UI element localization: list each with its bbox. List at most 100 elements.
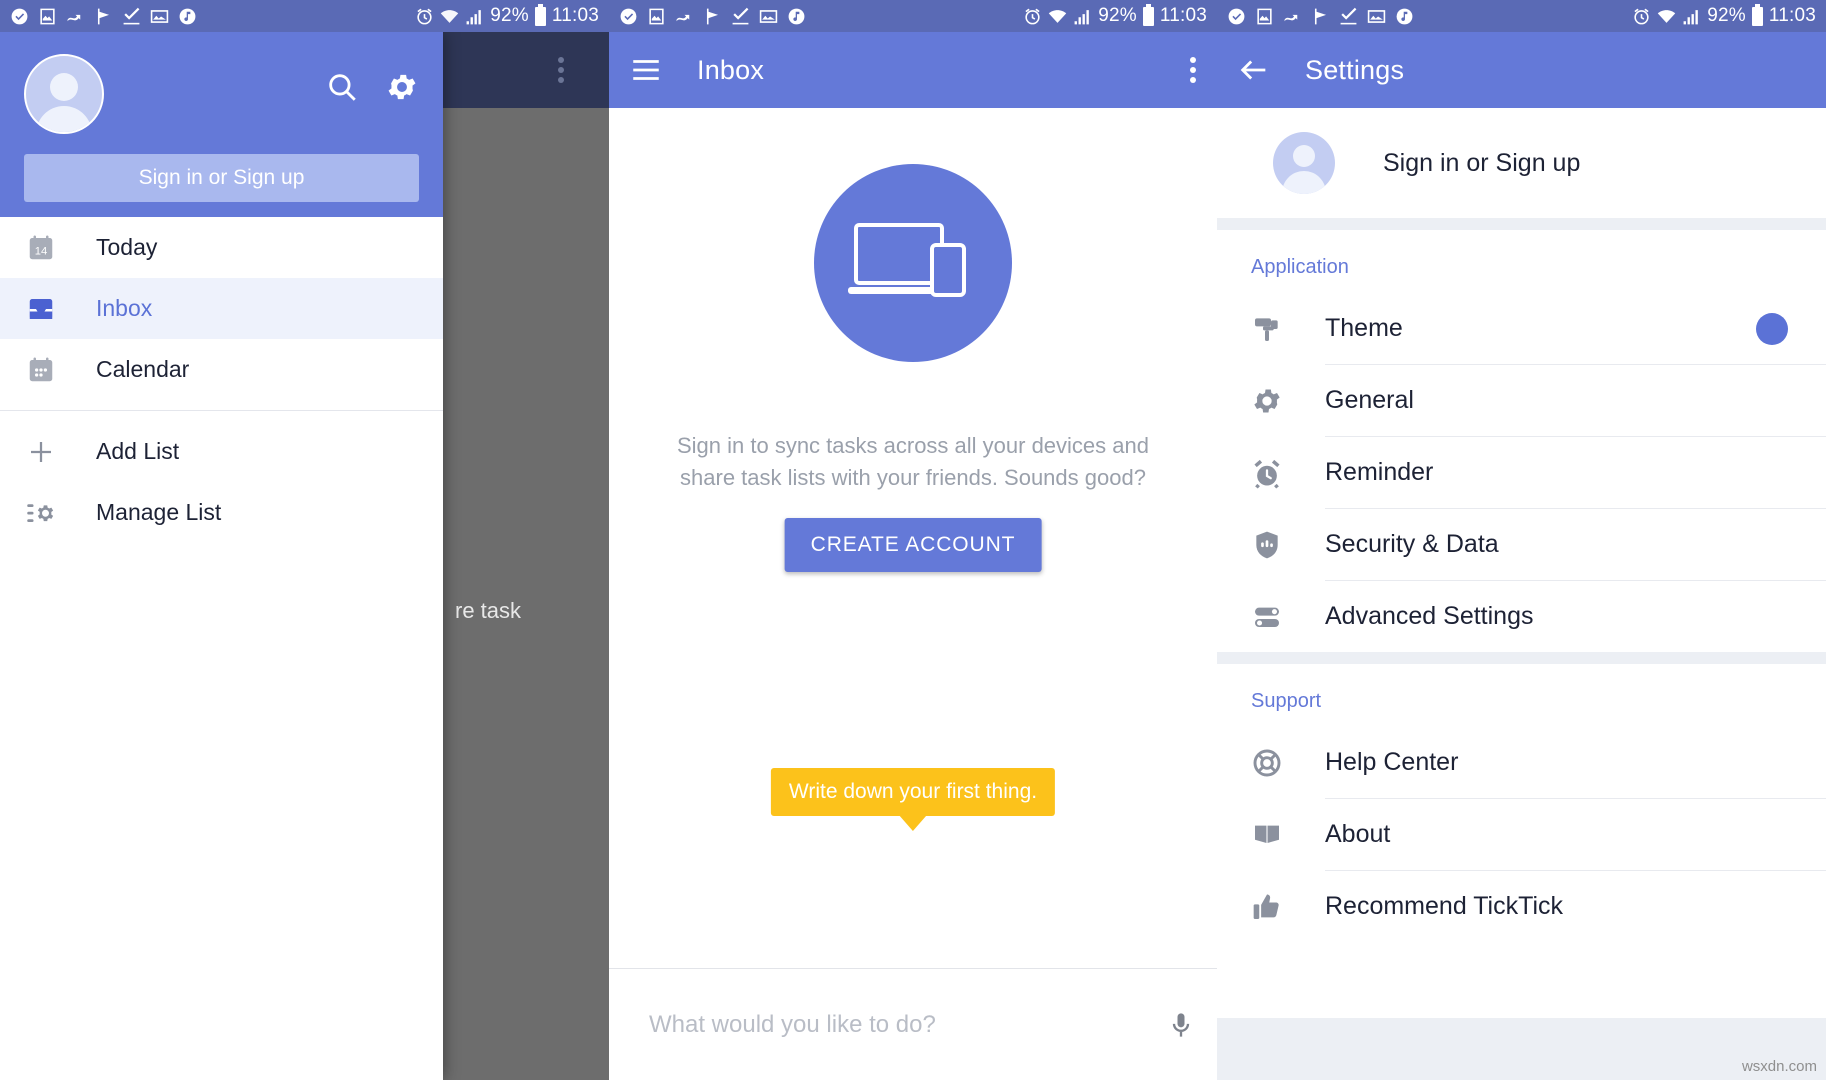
status-bar-notification-icons	[1227, 7, 1414, 26]
task-input-bar[interactable]: What would you like to do?	[609, 968, 1217, 1080]
battery-icon	[1751, 3, 1763, 26]
sign-in-or-sign-up-button[interactable]: Sign in or Sign up	[24, 154, 419, 202]
battery-percent-label: 92%	[490, 5, 529, 26]
avatar[interactable]	[24, 54, 104, 134]
photo-icon	[1367, 7, 1386, 26]
add-list-button[interactable]: Add List	[0, 421, 443, 482]
settings-item-label: Help Center	[1325, 748, 1459, 776]
settings-item-label: Theme	[1325, 314, 1403, 342]
signal-icon	[1682, 7, 1701, 26]
section-divider	[1217, 652, 1826, 664]
status-bar-notification-icons	[10, 7, 197, 26]
inbox-empty-state: Sign in to sync tasks across all your de…	[609, 108, 1217, 1080]
screen-settings: 92% 11:03 Settings Sign in or Sign up Ap…	[1217, 0, 1826, 1080]
search-input[interactable]: What would you like to do?	[649, 1011, 936, 1039]
sidebar-item-calendar[interactable]: Calendar	[0, 339, 443, 400]
status-bar-system-icons: 92% 11:03	[1023, 3, 1207, 27]
music-note-icon	[178, 7, 197, 26]
hamburger-menu-icon[interactable]	[629, 53, 663, 87]
check-mark-icon	[731, 7, 750, 26]
flag-icon	[1311, 7, 1330, 26]
settings-footer	[1217, 1018, 1826, 1080]
battery-icon	[1142, 3, 1154, 26]
settings-item-label: Reminder	[1325, 458, 1434, 486]
settings-list: Sign in or Sign up Application Theme Gen…	[1217, 108, 1826, 1080]
page-title: Settings	[1305, 54, 1405, 85]
gear-icon[interactable]	[385, 70, 419, 104]
more-vertical-icon[interactable]	[557, 54, 565, 86]
inbox-icon	[26, 294, 70, 324]
sidebar-item-label: Inbox	[96, 295, 153, 321]
check-circle-icon	[10, 7, 29, 26]
image-icon	[1255, 7, 1274, 26]
plus-icon	[26, 437, 70, 467]
image-icon	[647, 7, 666, 26]
sync-icon	[675, 7, 694, 26]
flag-icon	[94, 7, 113, 26]
drawer-list: 14 Today Inbox Calendar Add List Manage …	[0, 217, 443, 543]
settings-item-theme[interactable]: Theme	[1217, 293, 1826, 364]
photo-icon	[150, 7, 169, 26]
settings-item-general[interactable]: General	[1217, 365, 1826, 436]
battery-percent-label: 92%	[1098, 5, 1137, 26]
settings-item-reminder[interactable]: Reminder	[1217, 437, 1826, 508]
check-circle-icon	[1227, 7, 1246, 26]
devices-icon	[814, 164, 1012, 362]
add-list-label: Add List	[96, 438, 180, 464]
dimmed-task-text: re task	[455, 598, 522, 623]
settings-item-label: Security & Data	[1325, 530, 1499, 558]
sidebar-item-label: Calendar	[96, 356, 190, 382]
signal-icon	[465, 7, 484, 26]
sync-icon	[1283, 7, 1302, 26]
alarm-icon	[415, 7, 434, 26]
photo-icon	[759, 7, 778, 26]
battery-percent-label: 92%	[1707, 5, 1746, 26]
microphone-icon[interactable]	[1167, 1008, 1195, 1042]
settings-item-advanced-settings[interactable]: Advanced Settings	[1217, 581, 1826, 652]
clock-label: 11:03	[1159, 5, 1207, 26]
battery-icon	[534, 3, 546, 26]
screen-navigation-drawer: 92% 11:03 re task Sign in or Sign up 14 …	[0, 0, 609, 1080]
settings-item-security-and-data[interactable]: Security & Data	[1217, 509, 1826, 580]
shield-icon	[1251, 529, 1305, 561]
settings-item-recommend-ticktick[interactable]: Recommend TickTick	[1217, 871, 1826, 942]
navigation-drawer: Sign in or Sign up 14 Today Inbox Calend…	[0, 32, 443, 1080]
sidebar-item-today[interactable]: 14 Today	[0, 217, 443, 278]
theme-color-swatch[interactable]	[1756, 312, 1788, 345]
arrow-left-icon[interactable]	[1237, 53, 1271, 87]
wifi-icon	[1657, 7, 1676, 26]
thumbs-up-icon	[1251, 891, 1305, 923]
alarm-icon	[1023, 7, 1042, 26]
status-bar-notification-icons	[619, 7, 806, 26]
three-phone-screenshots: 92% 11:03 re task Sign in or Sign up 14 …	[0, 0, 1826, 1080]
calendar-icon	[26, 355, 70, 385]
status-bar: 92% 11:03	[0, 0, 609, 32]
music-note-icon	[1395, 7, 1414, 26]
empty-state-description: Sign in to sync tasks across all your de…	[676, 433, 1149, 490]
status-bar: 92% 11:03	[1217, 0, 1826, 32]
create-account-button[interactable]: CREATE ACCOUNT	[784, 518, 1042, 572]
manage-list-label: Manage List	[96, 499, 222, 525]
settings-item-label: Advanced Settings	[1325, 602, 1534, 630]
manage-list-button[interactable]: Manage List	[0, 482, 443, 543]
check-mark-icon	[1339, 7, 1358, 26]
drawer-header: Sign in or Sign up	[0, 32, 443, 217]
search-icon[interactable]	[325, 70, 359, 104]
section-title-support: Support	[1251, 690, 1322, 712]
more-vertical-icon[interactable]	[1189, 54, 1197, 86]
settings-item-help-center[interactable]: Help Center	[1217, 727, 1826, 798]
sidebar-item-label: Today	[96, 234, 158, 260]
settings-item-label: Recommend TickTick	[1325, 892, 1564, 920]
sidebar-item-inbox[interactable]: Inbox	[0, 278, 443, 339]
app-bar: Settings	[1217, 32, 1826, 108]
settings-item-about[interactable]: About	[1217, 799, 1826, 870]
wifi-icon	[440, 7, 459, 26]
gear-icon	[1251, 385, 1305, 417]
image-icon	[38, 7, 57, 26]
page-title: Inbox	[697, 54, 765, 85]
manage-list-icon	[26, 498, 70, 528]
paint-roller-icon	[1251, 313, 1305, 345]
music-note-icon	[787, 7, 806, 26]
account-row[interactable]: Sign in or Sign up	[1217, 108, 1826, 218]
toggles-icon	[1251, 601, 1305, 633]
